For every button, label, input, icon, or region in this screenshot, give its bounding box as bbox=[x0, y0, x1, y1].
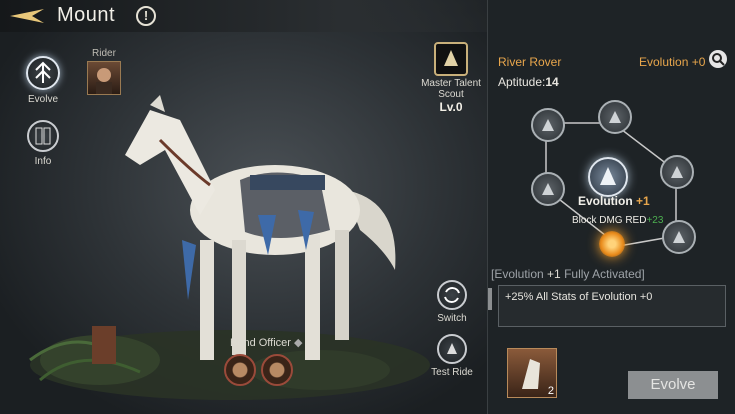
item-count: 2 bbox=[547, 385, 554, 397]
center-title-text: Evolution bbox=[578, 194, 633, 208]
block-dmg-text: Block DMG RED bbox=[572, 215, 647, 226]
evolve-icon bbox=[26, 56, 60, 90]
evolve-button[interactable]: Evolve bbox=[628, 371, 718, 399]
evolution-node-1[interactable] bbox=[531, 108, 565, 142]
test-ride-button[interactable]: Test Ride bbox=[428, 334, 476, 378]
rider-avatar bbox=[87, 61, 121, 95]
evolution-center-title: Evolution +1 bbox=[578, 194, 650, 208]
evolution-item[interactable]: 2 bbox=[507, 348, 557, 398]
fully-activated-prefix: [Evolution bbox=[491, 267, 548, 281]
scout-label-1: Master Talent bbox=[421, 78, 481, 89]
bonus-box: +25% All Stats of Evolution +0 bbox=[498, 285, 726, 327]
info-alert-icon[interactable]: ! bbox=[136, 6, 156, 26]
switch-button[interactable]: Switch bbox=[432, 280, 472, 324]
rider-label: Rider bbox=[92, 48, 116, 59]
top-bar: Mount ! bbox=[0, 0, 487, 32]
master-talent-scout[interactable]: Master Talent Scout Lv.0 bbox=[418, 42, 484, 114]
evolve-tab[interactable]: Evolve bbox=[18, 56, 68, 105]
bonus-text: +25% All Stats of Evolution +0 bbox=[505, 291, 653, 303]
aptitude-value: 14 bbox=[545, 75, 559, 89]
evolution-node-3[interactable] bbox=[660, 155, 694, 189]
evolution-center-emblem[interactable] bbox=[588, 157, 628, 197]
evolution-panel: River Rover Evolution +0 Aptitude:14 Evo… bbox=[487, 0, 735, 414]
center-title-value: +1 bbox=[636, 194, 650, 208]
glowing-orb[interactable] bbox=[599, 231, 625, 257]
test-ride-label: Test Ride bbox=[431, 367, 473, 378]
block-dmg-stat: Block DMG RED+23 bbox=[572, 215, 663, 226]
aptitude: Aptitude:14 bbox=[498, 75, 559, 89]
info-label: Info bbox=[34, 156, 52, 167]
evolve-label: Evolve bbox=[27, 94, 58, 105]
mount-name: River Rover bbox=[498, 55, 562, 69]
scroll-arrow-icon bbox=[488, 288, 492, 310]
bond-officer-avatar-1[interactable] bbox=[224, 354, 256, 386]
switch-label: Switch bbox=[437, 313, 467, 324]
evolution-node-5[interactable] bbox=[662, 220, 696, 254]
info-tab[interactable]: Info bbox=[20, 120, 66, 167]
diamond-icon: ◆ bbox=[294, 337, 303, 349]
scout-level: Lv.0 bbox=[439, 100, 463, 114]
block-dmg-value: +23 bbox=[646, 215, 664, 226]
scout-icon bbox=[434, 42, 468, 76]
test-ride-icon bbox=[437, 334, 467, 364]
search-icon[interactable] bbox=[709, 50, 727, 68]
evolution-node-2[interactable] bbox=[598, 100, 632, 134]
evolution-node-4[interactable] bbox=[531, 172, 565, 206]
back-arrow-icon[interactable] bbox=[8, 6, 46, 26]
fully-activated-heading: [Evolution +1 Fully Activated] bbox=[491, 267, 645, 281]
bond-officer-label: Bond Officer bbox=[230, 337, 291, 349]
book-icon bbox=[27, 120, 59, 152]
aptitude-label: Aptitude: bbox=[498, 75, 546, 89]
fully-activated-value: +1 bbox=[547, 267, 561, 281]
bond-officer-avatar-2[interactable] bbox=[261, 354, 294, 386]
scout-label-2: Scout bbox=[438, 89, 464, 100]
evolution-level: Evolution +0 bbox=[639, 55, 706, 69]
bond-officer[interactable]: Bond Officer ◆ bbox=[222, 336, 312, 389]
switch-icon bbox=[437, 280, 467, 310]
page-title: Mount bbox=[57, 4, 116, 26]
fully-activated-suffix: Fully Activated] bbox=[560, 267, 645, 281]
rider-slot[interactable]: Rider bbox=[84, 48, 124, 95]
